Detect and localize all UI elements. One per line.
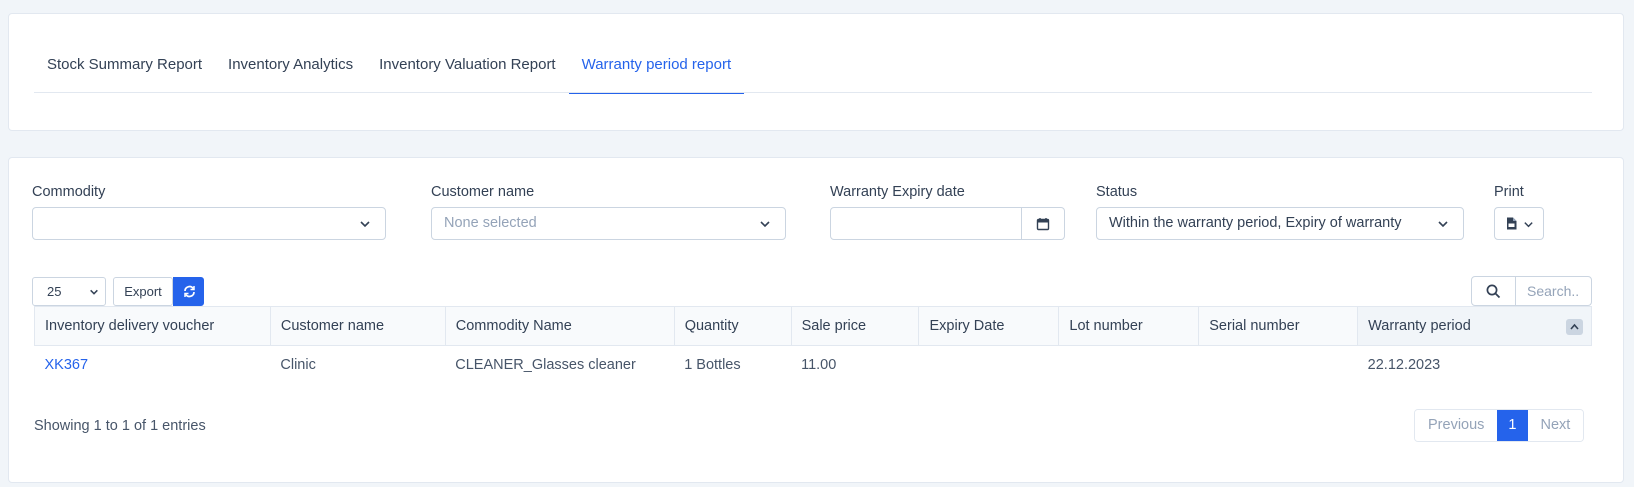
cell-commodity-name: CLEANER_Glasses cleaner xyxy=(455,357,636,374)
column-header-lot-number[interactable]: Lot number xyxy=(1058,306,1200,346)
tab-inventory-valuation-report[interactable]: Inventory Valuation Report xyxy=(366,44,569,93)
print-label: Print xyxy=(1494,184,1524,200)
report-tabs: Stock Summary Report Inventory Analytics… xyxy=(34,44,1592,94)
column-header-customer-name[interactable]: Customer name xyxy=(269,306,446,346)
column-header-warranty-period[interactable]: Warranty period xyxy=(1357,306,1592,346)
search-button[interactable] xyxy=(1472,277,1516,305)
chevron-down-icon xyxy=(90,289,98,295)
pdf-file-icon xyxy=(1507,217,1517,230)
commodity-label: Commodity xyxy=(32,184,106,200)
cell-expiry-date xyxy=(919,346,1059,385)
cell-lot-number xyxy=(1059,346,1199,385)
warranty-expiry-date-input[interactable] xyxy=(830,207,1022,240)
warranty-report-card: Commodity Customer name None selected Wa… xyxy=(8,157,1624,483)
calendar-button[interactable] xyxy=(1022,207,1065,240)
status-label: Status xyxy=(1096,184,1138,200)
column-header-quantity[interactable]: Quantity xyxy=(673,306,792,346)
chevron-down-icon xyxy=(760,221,770,228)
voucher-link[interactable]: XK367 xyxy=(45,357,89,373)
search-icon xyxy=(1486,284,1501,299)
calendar-icon xyxy=(1036,218,1050,231)
print-dropdown-button[interactable] xyxy=(1494,207,1544,240)
cell-sale-price: 11.00 xyxy=(801,357,837,374)
customer-name-select[interactable]: None selected xyxy=(431,207,786,240)
warranty-period-header-label: Warranty period xyxy=(1368,318,1471,334)
status-select[interactable]: Within the warranty period, Expiry of wa… xyxy=(1096,207,1464,240)
tab-warranty-period-report[interactable]: Warranty period report xyxy=(568,44,745,94)
cell-serial-number xyxy=(1199,346,1358,385)
sort-toggle[interactable] xyxy=(1566,319,1583,335)
commodity-select[interactable] xyxy=(32,207,386,240)
customer-name-placeholder: None selected xyxy=(444,215,537,231)
next-page-button[interactable]: Next xyxy=(1527,410,1584,441)
search-input[interactable] xyxy=(1517,277,1591,305)
export-button[interactable]: Export xyxy=(113,277,173,306)
tab-stock-summary-report[interactable]: Stock Summary Report xyxy=(34,44,215,93)
warranty-expiry-date-label: Warranty Expiry date xyxy=(830,184,965,200)
tab-inventory-analytics[interactable]: Inventory Analytics xyxy=(215,44,366,93)
column-header-commodity-name[interactable]: Commodity Name xyxy=(444,306,675,346)
chevron-down-icon xyxy=(1438,221,1448,228)
page-size-select[interactable]: 25 xyxy=(32,277,106,306)
chevron-down-icon xyxy=(1524,222,1533,228)
table-header-row: Inventory delivery voucher Customer name… xyxy=(34,306,1592,346)
page-1-button[interactable]: 1 xyxy=(1497,410,1528,441)
customer-name-label: Customer name xyxy=(431,184,535,200)
column-header-serial-number[interactable]: Serial number xyxy=(1198,306,1359,346)
entries-info: Showing 1 to 1 of 1 entries xyxy=(34,418,206,434)
column-header-sale-price[interactable]: Sale price xyxy=(790,306,920,346)
chevron-up-icon xyxy=(1570,323,1579,330)
refresh-icon xyxy=(184,285,195,298)
search-box xyxy=(1471,276,1592,306)
table-row: XK367 Clinic CLEANER_Glasses cleaner 1 B… xyxy=(35,346,1592,385)
report-tabs-card: Stock Summary Report Inventory Analytics… xyxy=(8,13,1624,131)
cell-warranty-period: 22.12.2023 xyxy=(1367,357,1441,374)
cell-quantity: 1 Bottles xyxy=(684,357,741,374)
refresh-button[interactable] xyxy=(173,277,204,306)
page-size-value: 25 xyxy=(47,284,62,299)
chevron-down-icon xyxy=(360,221,370,228)
previous-page-button[interactable]: Previous xyxy=(1415,410,1498,441)
column-header-inventory-delivery-voucher[interactable]: Inventory delivery voucher xyxy=(34,306,271,346)
warranty-table: Inventory delivery voucher Customer name… xyxy=(34,306,1592,385)
cell-customer-name: Clinic xyxy=(280,357,316,374)
column-header-expiry-date[interactable]: Expiry Date xyxy=(918,306,1060,346)
status-value: Within the warranty period, Expiry of wa… xyxy=(1109,215,1402,231)
pagination: Previous 1 Next xyxy=(1414,409,1585,442)
